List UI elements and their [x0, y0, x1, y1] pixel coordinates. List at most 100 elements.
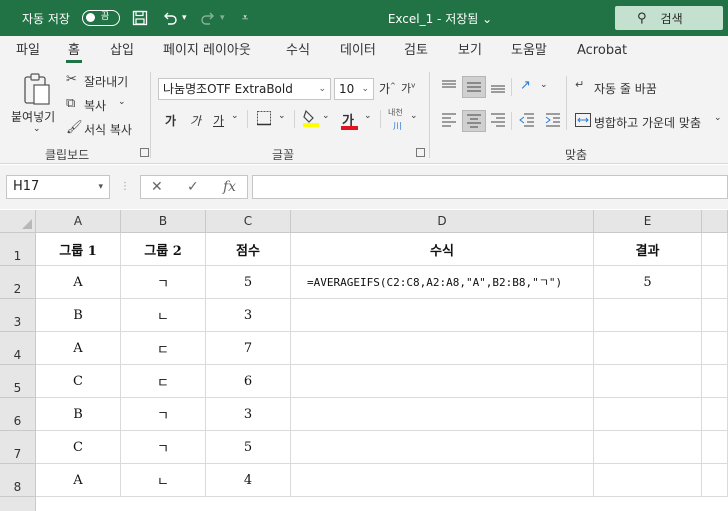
tab-view[interactable]: 보기 [458, 36, 482, 66]
phonetic-dropdown-icon[interactable]: ⌄ [410, 111, 418, 121]
column-header-d[interactable]: D [291, 210, 594, 233]
cell-f4[interactable] [702, 332, 728, 365]
cell-d6[interactable] [291, 398, 594, 431]
cell-b6[interactable]: ㄱ [121, 398, 206, 431]
copy-button[interactable]: 복사 [84, 97, 106, 114]
align-center-icon[interactable] [462, 110, 486, 132]
cell-c5[interactable]: 6 [206, 365, 291, 398]
undo-icon[interactable] [162, 0, 178, 36]
decrease-indent-icon[interactable] [518, 112, 536, 132]
paste-icon[interactable] [22, 72, 52, 110]
font-name-select[interactable]: 나눔명조OTF ExtraBold ⌄ [158, 78, 331, 100]
align-bottom-icon[interactable] [489, 78, 507, 98]
tab-help[interactable]: 도움말 [511, 36, 547, 66]
undo-dropdown-icon[interactable]: ▾ [182, 0, 187, 36]
column-header-e[interactable]: E [594, 210, 702, 233]
formula-input[interactable] [252, 175, 728, 199]
bold-button[interactable]: 가 [165, 112, 176, 129]
cell-d5[interactable] [291, 365, 594, 398]
cell-c2[interactable]: 5 [206, 266, 291, 299]
row-header[interactable]: 1 [0, 233, 36, 266]
tab-data[interactable]: 데이터 [340, 36, 376, 66]
cell-c6[interactable]: 3 [206, 398, 291, 431]
paste-dropdown-icon[interactable]: ⌄ [33, 124, 41, 134]
cell-d2[interactable]: =AVERAGEIFS(C2:C8,A2:A8,"A",B2:B8,"ㄱ") [291, 266, 594, 299]
cell-a7[interactable]: C [36, 431, 121, 464]
cell-f7[interactable] [702, 431, 728, 464]
cell-e3[interactable] [594, 299, 702, 332]
row-header[interactable]: 5 [0, 365, 36, 398]
redo-dropdown-icon[interactable]: ▾ [220, 0, 225, 36]
cell-b3[interactable]: ㄴ [121, 299, 206, 332]
cell-f5[interactable] [702, 365, 728, 398]
fill-color-icon[interactable] [302, 108, 320, 132]
tab-home[interactable]: 홈 [66, 36, 82, 66]
orientation-icon[interactable]: ↗ [520, 78, 531, 93]
cut-icon[interactable]: ✂ [66, 72, 77, 87]
tab-page-layout[interactable]: 페이지 레이아웃 [163, 36, 251, 66]
cell-c4[interactable]: 7 [206, 332, 291, 365]
autosave-toggle[interactable]: 끔 [82, 10, 120, 26]
font-launcher-icon[interactable] [416, 148, 425, 157]
save-icon[interactable] [132, 0, 148, 36]
cell-c1[interactable]: 점수 [206, 233, 291, 266]
cell-f2[interactable] [702, 266, 728, 299]
row-header[interactable]: 2 [0, 266, 36, 299]
tab-file[interactable]: 파일 [16, 36, 40, 66]
italic-button[interactable]: 가 [190, 112, 201, 129]
borders-dropdown-icon[interactable]: ⌄ [278, 111, 286, 121]
align-left-icon[interactable] [440, 112, 458, 132]
cut-button[interactable]: 잘라내기 [84, 73, 128, 90]
borders-icon[interactable] [256, 110, 272, 130]
insert-function-icon[interactable]: fx [223, 179, 236, 195]
cell-b1[interactable]: 그룹 2 [121, 233, 206, 266]
cell-d4[interactable] [291, 332, 594, 365]
tab-formulas[interactable]: 수식 [286, 36, 310, 66]
tab-review[interactable]: 검토 [404, 36, 428, 66]
cell-c8[interactable]: 4 [206, 464, 291, 497]
cell-a1[interactable]: 그룹 1 [36, 233, 121, 266]
copy-icon[interactable]: ⧉ [66, 96, 75, 111]
row-header[interactable]: 4 [0, 332, 36, 365]
merge-center-icon[interactable] [575, 113, 591, 131]
cell-b2[interactable]: ㄱ [121, 266, 206, 299]
cell-f3[interactable] [702, 299, 728, 332]
orientation-dropdown-icon[interactable]: ⌄ [540, 80, 548, 90]
increase-indent-icon[interactable] [544, 112, 562, 132]
increase-font-icon[interactable]: 가^ [379, 80, 396, 97]
tab-acrobat[interactable]: Acrobat [577, 36, 627, 66]
tab-insert[interactable]: 삽입 [110, 36, 134, 66]
font-color-dropdown-icon[interactable]: ⌄ [364, 111, 372, 121]
enter-icon[interactable]: ✓ [187, 179, 199, 195]
format-painter-icon[interactable]: 🖌 [66, 120, 83, 135]
column-header-a[interactable]: A [36, 210, 121, 233]
cell-f8[interactable] [702, 464, 728, 497]
cell-a3[interactable]: B [36, 299, 121, 332]
cell-e8[interactable] [594, 464, 702, 497]
cell-e5[interactable] [594, 365, 702, 398]
cell-e2[interactable]: 5 [594, 266, 702, 299]
merge-center-button[interactable]: 병합하고 가운데 맞춤 [594, 114, 701, 131]
cell-b8[interactable]: ㄴ [121, 464, 206, 497]
cell-a8[interactable]: A [36, 464, 121, 497]
row-header[interactable] [0, 497, 36, 511]
resize-handle[interactable]: ⋮ [120, 181, 130, 192]
row-header[interactable]: 6 [0, 398, 36, 431]
wrap-text-button[interactable]: 자동 줄 바꿈 [594, 80, 657, 97]
row-header[interactable]: 3 [0, 299, 36, 332]
underline-button[interactable]: 가 [213, 112, 224, 129]
column-header-b[interactable]: B [121, 210, 206, 233]
font-size-select[interactable]: 10 ⌄ [334, 78, 374, 100]
cell-a2[interactable]: A [36, 266, 121, 299]
cell-c7[interactable]: 5 [206, 431, 291, 464]
cell-d8[interactable] [291, 464, 594, 497]
document-title[interactable]: Excel_1 - 저장됨 ⌄ [360, 0, 520, 36]
search-box[interactable]: ⚲ 검색 [615, 6, 723, 30]
cell-d1[interactable]: 수식 [291, 233, 594, 266]
align-right-icon[interactable] [489, 112, 507, 132]
cell-a6[interactable]: B [36, 398, 121, 431]
cell-d7[interactable] [291, 431, 594, 464]
fill-color-dropdown-icon[interactable]: ⌄ [322, 111, 330, 121]
format-painter-button[interactable]: 서식 복사 [84, 121, 132, 138]
decrease-font-icon[interactable]: 가v [401, 80, 415, 96]
